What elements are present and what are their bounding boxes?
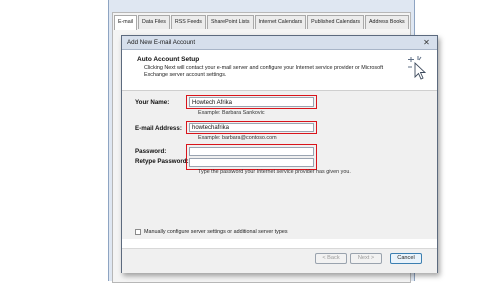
password-field[interactable] [189, 147, 314, 156]
tab-email[interactable]: E-mail [114, 15, 138, 30]
retype-password-field[interactable] [189, 158, 314, 167]
tab-published-calendars[interactable]: Published Calendars [307, 15, 365, 29]
email-example: Example: barbara@contoso.com [198, 135, 277, 141]
email-label: E-mail Address: [135, 125, 182, 132]
password-label: Password: [135, 148, 167, 155]
password-hint: Type the password your Internet service … [198, 169, 351, 175]
tab-data-files[interactable]: Data Files [138, 15, 170, 29]
name-example: Example: Barbara Sankovic [198, 110, 265, 116]
next-button[interactable]: Next > [350, 253, 382, 264]
dialog-title: Add New E-mail Account [127, 39, 196, 46]
manual-config-checkbox[interactable] [135, 229, 141, 235]
add-email-account-dialog: Add New E-mail Account ✕ Auto Account Se… [121, 35, 438, 273]
cancel-button[interactable]: Cancel [390, 253, 422, 264]
close-icon[interactable]: ✕ [420, 38, 433, 47]
retype-password-label: Retype Password: [135, 158, 189, 165]
email-field[interactable]: howtechafrika [189, 123, 314, 132]
name-field[interactable]: Howtech Afrika [189, 97, 314, 107]
section-title: Auto Account Setup [137, 56, 200, 63]
tab-internet-calendars[interactable]: Internet Calendars [254, 15, 307, 29]
back-button[interactable]: < Back [315, 253, 347, 264]
tab-address-books[interactable]: Address Books [365, 15, 409, 29]
name-label: Your Name: [135, 99, 170, 106]
section-description: Clicking Next will contact your e-mail s… [144, 65, 384, 78]
dialog-titlebar: Add New E-mail Account ✕ [122, 36, 437, 50]
cursor-sparkle-icon [408, 56, 427, 80]
account-settings-tabs: E-mail Data Files RSS Feeds SharePoint L… [114, 15, 410, 30]
tab-rss-feeds[interactable]: RSS Feeds [170, 15, 206, 29]
manual-config-label: Manually configure server settings or ad… [144, 229, 288, 235]
tab-sharepoint-lists[interactable]: SharePoint Lists [206, 15, 254, 29]
